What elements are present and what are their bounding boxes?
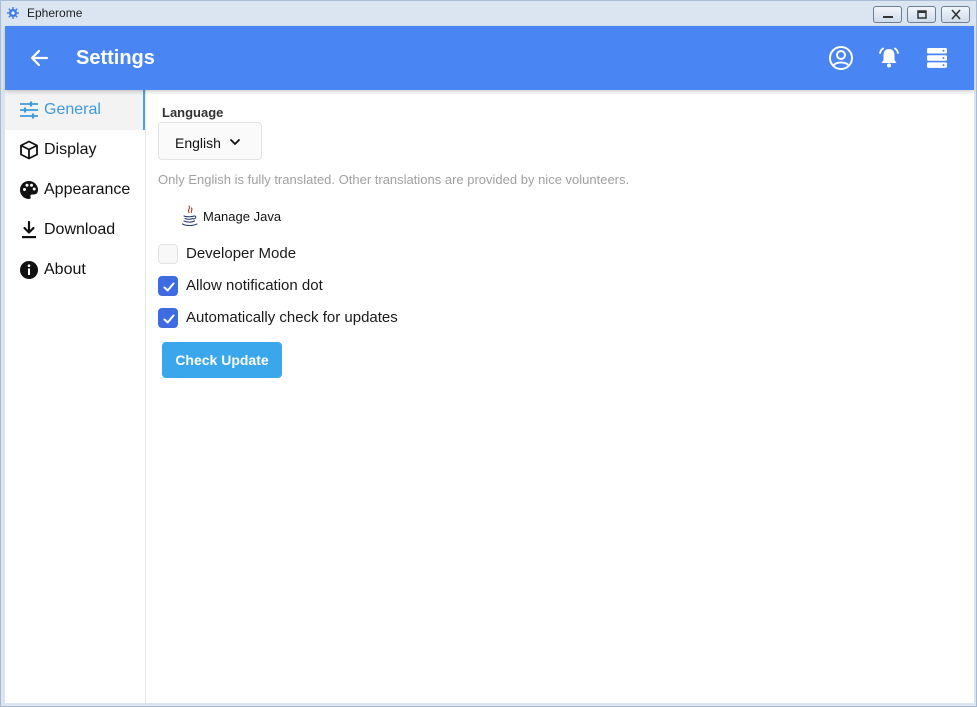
checkbox-label: Automatically check for updates	[186, 309, 398, 326]
app-logo-icon	[7, 7, 19, 19]
window-title: Epherome	[27, 6, 83, 20]
checkbox-checked[interactable]	[158, 276, 178, 296]
restore-button[interactable]	[907, 6, 936, 23]
minimize-icon	[883, 16, 893, 18]
server-icon	[927, 48, 947, 68]
notifications-button[interactable]	[875, 44, 903, 72]
sidebar-item-label: About	[44, 261, 86, 278]
sidebar-item-download[interactable]: Download	[5, 210, 145, 250]
check-icon	[163, 314, 175, 324]
checkbox-label: Developer Mode	[186, 245, 297, 262]
info-icon	[20, 261, 38, 279]
language-selected-value: English	[175, 135, 221, 151]
content-area: General Display Appearance Download Abou…	[5, 90, 974, 703]
sidebar-item-about[interactable]: About	[5, 250, 145, 290]
tune-icon	[20, 101, 38, 119]
chevron-down-icon	[230, 139, 240, 145]
close-icon	[951, 9, 961, 20]
palette-icon	[20, 181, 38, 199]
language-select[interactable]: English	[158, 122, 262, 160]
app-window: Epherome Settings General Display Appear…	[0, 0, 977, 707]
general-settings-panel: Language English Only English is fully t…	[147, 90, 974, 703]
sidebar-item-label: Display	[44, 141, 97, 158]
server-button[interactable]	[923, 44, 951, 72]
sidebar-item-label: Download	[44, 221, 116, 238]
sidebar-item-general[interactable]: General	[5, 90, 145, 130]
close-window-button[interactable]	[941, 6, 970, 23]
back-button[interactable]	[27, 45, 53, 71]
checkbox-unchecked[interactable]	[158, 244, 178, 264]
minimize-button[interactable]	[873, 6, 902, 23]
check-icon	[163, 282, 175, 292]
checkbox-label: Allow notification dot	[186, 277, 323, 294]
page-title: Settings	[76, 47, 155, 69]
sidebar-item-label: General	[44, 101, 101, 118]
sidebar-item-label: Appearance	[44, 181, 131, 198]
back-arrow-icon	[30, 49, 49, 67]
language-heading: Language	[162, 105, 224, 120]
java-icon	[181, 205, 198, 227]
checkbox-checked[interactable]	[158, 308, 178, 328]
sidebar-item-appearance[interactable]: Appearance	[5, 170, 145, 210]
check-update-button[interactable]: Check Update	[162, 342, 282, 378]
sidebar-item-display[interactable]: Display	[5, 130, 145, 170]
app-bar: Settings	[5, 26, 974, 90]
manage-java-label: Manage Java	[203, 209, 282, 224]
cube-icon	[20, 140, 38, 160]
bell-icon	[879, 47, 899, 68]
restore-icon	[917, 10, 927, 19]
settings-sidebar: General Display Appearance Download Abou…	[5, 90, 146, 703]
os-titlebar: Epherome	[1, 1, 976, 26]
download-icon	[22, 220, 36, 239]
language-hint: Only English is fully translated. Other …	[158, 172, 630, 187]
account-button[interactable]	[827, 44, 855, 72]
account-icon	[829, 46, 853, 70]
